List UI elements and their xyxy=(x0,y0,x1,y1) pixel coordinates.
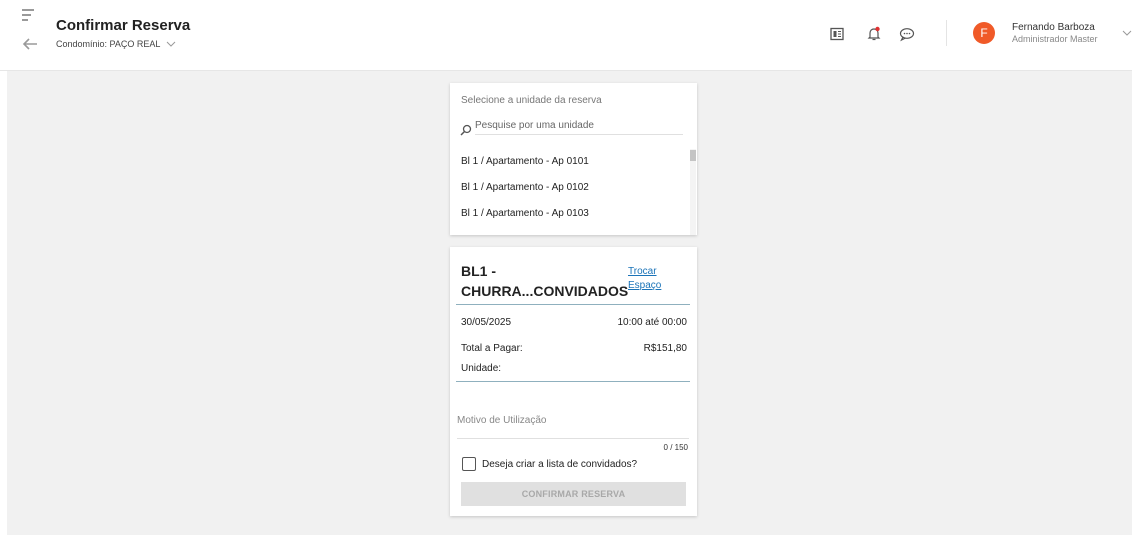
unit-label: Unidade: xyxy=(461,363,502,374)
date-row: 30/05/2025 10:00 até 00:00 xyxy=(461,317,687,328)
unit-selector-label: Selecione a unidade da reserva xyxy=(461,95,602,106)
newspaper-icon[interactable] xyxy=(829,26,845,42)
guest-list-label: Deseja criar a lista de convidados? xyxy=(482,458,638,470)
condominium-label: Condomínio: PAÇO REAL xyxy=(56,39,161,49)
list-item[interactable]: Bl 1 / Apartamento - Ap 0103 xyxy=(450,201,690,227)
top-header: Confirmar Reserva Condomínio: PAÇO REAL … xyxy=(0,0,1132,71)
user-name: Fernando Barboza xyxy=(1012,22,1095,33)
total-row: Total a Pagar: R$151,80 xyxy=(461,343,687,354)
menu-icon[interactable] xyxy=(22,8,40,24)
unit-list-scrollbar[interactable] xyxy=(690,149,696,235)
guest-list-checkbox[interactable] xyxy=(462,457,476,471)
reservation-time: 10:00 até 00:00 xyxy=(617,317,687,328)
divider xyxy=(456,304,690,305)
back-icon[interactable] xyxy=(21,36,39,52)
reason-input[interactable] xyxy=(457,403,689,439)
chevron-down-icon[interactable] xyxy=(1122,30,1132,36)
change-space-link[interactable]: Trocar Espaço xyxy=(628,265,676,293)
chat-icon[interactable] xyxy=(899,26,915,42)
unit-search-input[interactable] xyxy=(475,117,683,135)
bell-icon[interactable] xyxy=(866,26,882,42)
reason-char-counter: 0 / 150 xyxy=(663,443,688,452)
unit-selector-card: Selecione a unidade da reserva Bl 1 / Ap… xyxy=(450,83,697,235)
unit-row: Unidade: xyxy=(461,363,687,374)
search-icon xyxy=(460,124,472,136)
confirm-reservation-button[interactable]: CONFIRMAR RESERVA xyxy=(461,482,686,506)
guest-list-option[interactable]: Deseja criar a lista de convidados? xyxy=(462,457,637,471)
condominium-selector[interactable]: Condomínio: PAÇO REAL xyxy=(56,39,176,49)
total-label: Total a Pagar: xyxy=(461,343,523,354)
unit-list-scrollbar-thumb[interactable] xyxy=(690,150,696,161)
unit-list: Bl 1 / Apartamento - Ap 0101 Bl 1 / Apar… xyxy=(450,149,690,227)
reservation-date: 30/05/2025 xyxy=(461,317,512,328)
reservation-card: BL1 - CHURRA...CONVIDADOS Trocar Espaço … xyxy=(450,247,697,516)
space-name: BL1 - CHURRA...CONVIDADOS xyxy=(461,263,629,299)
total-value: R$151,80 xyxy=(643,343,687,354)
divider xyxy=(456,381,690,382)
user-role: Administrador Master xyxy=(1012,34,1098,44)
avatar[interactable]: F xyxy=(973,22,995,44)
header-divider xyxy=(946,20,947,46)
chevron-down-icon xyxy=(167,41,176,47)
list-item[interactable]: Bl 1 / Apartamento - Ap 0102 xyxy=(450,175,690,201)
page-title: Confirmar Reserva xyxy=(56,17,191,34)
list-item[interactable]: Bl 1 / Apartamento - Ap 0101 xyxy=(450,149,690,175)
